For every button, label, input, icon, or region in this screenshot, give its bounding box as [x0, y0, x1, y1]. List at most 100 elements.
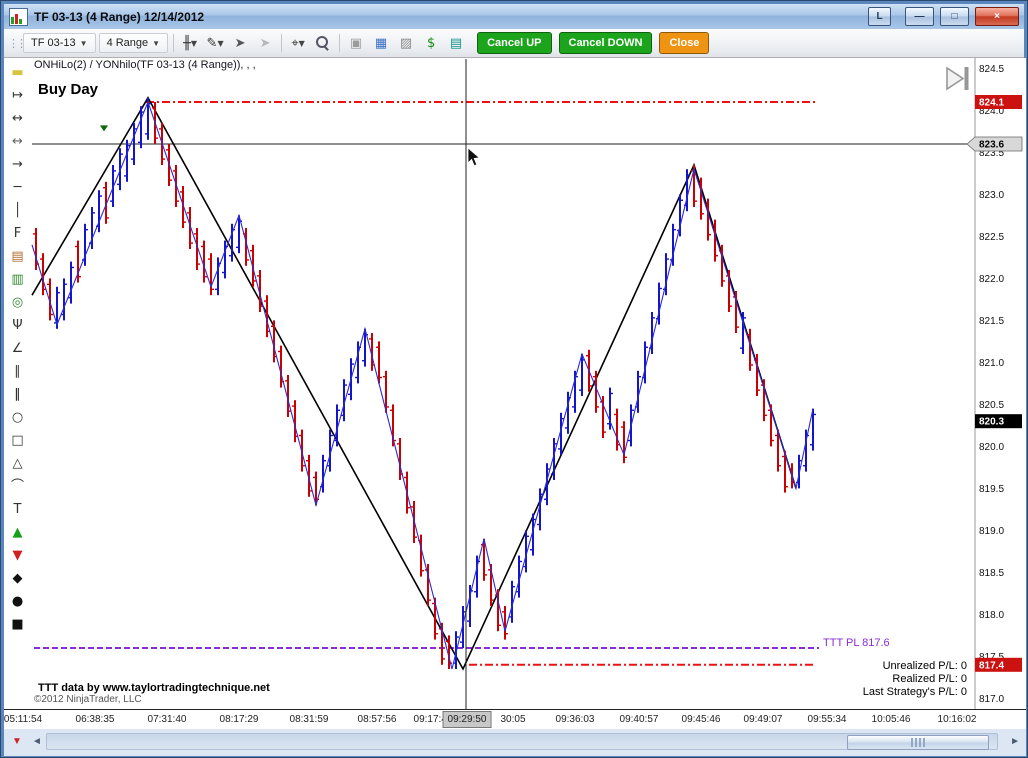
- toolbar-separator: [173, 34, 175, 52]
- chevron-down-icon: ▼: [217, 38, 224, 48]
- time-tick-label: 30:05: [500, 714, 526, 725]
- tool-arc[interactable]: ⌒: [6, 475, 29, 498]
- tool-square[interactable]: ■: [6, 613, 29, 636]
- close-window-button[interactable]: ×: [975, 7, 1019, 26]
- interval-dropdown-label: 4 Range: [106, 37, 149, 49]
- chevron-down-icon: ▼: [298, 38, 305, 48]
- tool-trend-angle[interactable]: ∠: [6, 337, 29, 360]
- price-tick-label: 817.0: [979, 694, 1004, 705]
- scrollbar-track[interactable]: [46, 733, 998, 750]
- time-tick-label: 09:45:46: [681, 714, 721, 725]
- scrollbar-thumb[interactable]: [847, 735, 989, 750]
- tool-arrow-down[interactable]: ▼: [6, 544, 29, 567]
- toolbar: ⋮⋮ TF 03-13 ▼ 4 Range ▼ ╫ ▼ ✎ ▼ ➤ ➤ ⌖ ▼ ▣ ▦ ▨ $ ▤ Ca…: [4, 29, 1024, 58]
- cancel-up-button[interactable]: Cancel UP: [477, 32, 552, 54]
- snapshot-icon[interactable]: ▣: [345, 33, 367, 53]
- minimize-button[interactable]: —: [905, 7, 934, 26]
- close-position-button[interactable]: Close: [659, 32, 710, 54]
- tool-rectangle[interactable]: □: [6, 429, 29, 452]
- price-tick-label: 818.0: [979, 610, 1004, 621]
- instrument-dropdown-label: TF 03-13: [31, 37, 76, 49]
- price-tick-label: 821.5: [979, 316, 1004, 327]
- tool-horizontal-line[interactable]: ─: [6, 176, 29, 199]
- tool-triangle[interactable]: △: [6, 452, 29, 475]
- time-tick-label: 08:57:56: [357, 714, 397, 725]
- tool-target[interactable]: ◎: [6, 291, 29, 314]
- time-tick-label: 08:31:59: [289, 714, 329, 725]
- toolbar-grip-icon[interactable]: ⋮⋮: [8, 37, 27, 50]
- swing-line: [31, 100, 814, 670]
- draw-icon[interactable]: ✎ ▼: [204, 33, 226, 53]
- crosshair-icon[interactable]: ⌖ ▼: [287, 33, 309, 53]
- price-tick-label: 818.5: [979, 568, 1004, 579]
- tool-ellipse[interactable]: ○: [6, 406, 29, 429]
- tool-vertical-line[interactable]: │: [6, 199, 29, 222]
- bar-type-icon[interactable]: ╫ ▼: [179, 33, 201, 53]
- title-bar[interactable]: TF 03-13 (4 Range) 12/14/2012 L — □ ×: [4, 4, 1024, 29]
- price-tick-label: 819.0: [979, 526, 1004, 537]
- tool-pitchfork[interactable]: Ψ: [6, 314, 29, 337]
- maximize-button[interactable]: □: [940, 7, 969, 26]
- zigzag-trend-line: [31, 96, 797, 671]
- tool-marker-yellow[interactable]: ▬: [6, 61, 29, 84]
- tool-regression[interactable]: ∥: [6, 383, 29, 406]
- time-tick-label: 10:16:02: [937, 714, 977, 725]
- scroll-right-arrow[interactable]: ►: [1010, 736, 1020, 747]
- target-line-label: TTT PL 817.6: [823, 637, 890, 649]
- tool-arrow[interactable]: →: [6, 153, 29, 176]
- zoom-icon[interactable]: [312, 33, 334, 53]
- tool-text[interactable]: T: [6, 498, 29, 521]
- link-button[interactable]: L: [868, 7, 891, 26]
- tool-volume-profile[interactable]: ▥: [6, 268, 29, 291]
- price-tick-label: 823.0: [979, 190, 1004, 201]
- bottom-scrollbar: ▼ ◄ ►: [4, 729, 1026, 756]
- dollar-icon[interactable]: $: [420, 33, 442, 53]
- price-tick-label: 822.5: [979, 232, 1004, 243]
- tool-fibonacci[interactable]: F: [6, 222, 29, 245]
- tool-ray[interactable]: ↔: [6, 130, 29, 153]
- price-tick-label: 820.0: [979, 442, 1004, 453]
- price-tick-label: 820.5: [979, 400, 1004, 411]
- drawing-tools-sidebar: ▬ ↦ ↔ ↔ → ─ │ F ▤ ▥ ◎ Ψ ∠ ∥ ∥ ○ □ △ ⌒ T ▲ ▼ ◆ ● ■: [4, 58, 31, 709]
- time-tick-label: 09:55:34: [807, 714, 847, 725]
- price-tick-label: 822.0: [979, 274, 1004, 285]
- tool-arrow-line[interactable]: ↦: [6, 84, 29, 107]
- tool-extended-line[interactable]: ↔: [6, 107, 29, 130]
- tool-diamond[interactable]: ◆: [6, 567, 29, 590]
- entry-marker-icon: [100, 125, 108, 132]
- price-badge-label: 823.6: [979, 140, 1004, 151]
- toolbar-separator: [281, 34, 283, 52]
- interval-dropdown[interactable]: 4 Range ▼: [98, 33, 169, 53]
- pointer-icon[interactable]: ➤: [254, 33, 276, 53]
- skip-to-end-icon: [946, 66, 965, 91]
- log-icon[interactable]: ▤: [445, 33, 467, 53]
- time-tick-label: 07:31:40: [147, 714, 187, 725]
- tools-overflow-icon[interactable]: ▼: [12, 736, 22, 747]
- price-badge-label: 820.3: [979, 417, 1004, 428]
- window-title: TF 03-13 (4 Range) 12/14/2012: [34, 9, 205, 24]
- tool-fib-levels[interactable]: ▤: [6, 245, 29, 268]
- scroll-left-arrow[interactable]: ◄: [32, 736, 42, 747]
- chevron-down-icon: ▼: [79, 38, 88, 48]
- chevron-down-icon: ▼: [152, 38, 161, 48]
- tool-channel[interactable]: ∥: [6, 360, 29, 383]
- instrument-dropdown[interactable]: TF 03-13 ▼: [23, 33, 96, 53]
- chevron-down-icon: ▼: [190, 38, 198, 48]
- app-icon: [9, 7, 28, 26]
- tool-dot[interactable]: ●: [6, 590, 29, 613]
- time-axis: 09:29:50 05:11:54 06:38:35 07:31:40 08:17:2…: [4, 709, 1026, 729]
- cancel-down-button[interactable]: Cancel DOWN: [558, 32, 653, 54]
- tool-arrow-up[interactable]: ▲: [6, 521, 29, 544]
- market-analyzer-icon[interactable]: ▦: [370, 33, 392, 53]
- price-tick-label: 824.5: [979, 64, 1004, 75]
- chart-image-icon[interactable]: ▨: [395, 33, 417, 53]
- cursor-plus-icon[interactable]: ➤: [229, 33, 251, 53]
- chart-canvas[interactable]: TTT PL 817.6824.5824.0823.5823.0822.5822…: [1, 58, 1028, 709]
- time-tick-label: 05:11:54: [4, 714, 43, 725]
- time-tick-label: 08:17:29: [219, 714, 259, 725]
- scrollbar-grip-icon: [911, 738, 925, 747]
- time-tick-label: 10:05:46: [871, 714, 911, 725]
- mouse-cursor: [467, 147, 481, 167]
- crosshair-time-badge: 09:29:50: [442, 711, 492, 728]
- time-tick-label: 09:40:57: [619, 714, 659, 725]
